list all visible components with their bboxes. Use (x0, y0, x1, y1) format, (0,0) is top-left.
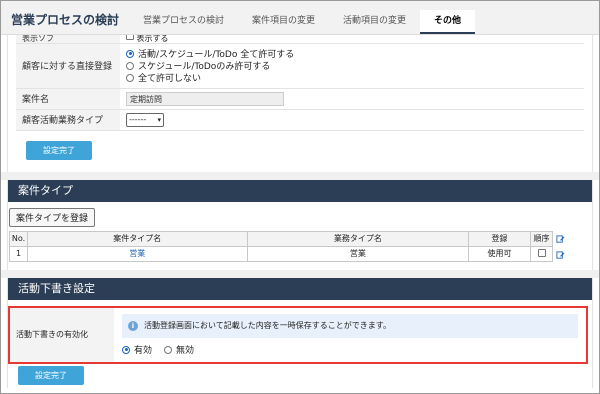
header: 営業プロセスの検討 営業プロセスの検討 案件項目の変更 活動項目の変更 その他 (1, 1, 599, 35)
settings-form: 表示ソフ 表示する 顧客に対する直接登録 活動/スケジュール/ToDo 全て許可… (16, 35, 584, 131)
direct-reg-option-none[interactable]: 全て許可しない (126, 72, 578, 84)
cutoff-value: 表示する (136, 35, 169, 43)
info-box: i 活動登録画面において記載した内容を一時保存することができます。 (122, 313, 578, 338)
case-name-label: 案件名 (16, 88, 120, 110)
save-button-bottom[interactable]: 設定完了 (18, 365, 84, 385)
case-name-input[interactable]: 定期訪問 (126, 91, 284, 106)
draft-option-disabled[interactable]: 無効 (164, 344, 194, 356)
column-header: 順序 (530, 230, 553, 247)
divider (1, 171, 599, 180)
column-header: 登録 (468, 230, 531, 247)
draft-heading: 活動下書き設定 (8, 277, 592, 300)
case-type-heading: 案件タイプ (8, 179, 592, 202)
radio-selected-icon[interactable] (126, 49, 134, 58)
draft-section: 活動下書き設定 活動下書きの有効化 i 活動登録画面において記載した内容を一時保… (7, 277, 593, 388)
save-button-top[interactable]: 設定完了 (26, 140, 92, 160)
activity-type-select[interactable]: ------ ▾ (126, 112, 164, 127)
tab-case-items[interactable]: 案件項目の変更 (238, 10, 329, 34)
tab-bar: 営業プロセスの検討 案件項目の変更 活動項目の変更 その他 (129, 10, 476, 34)
case-type-table: No. 案件タイプ名 業務タイプ名 登録 順序 1 営業 営業 使用可 (9, 230, 553, 262)
tab-activity-items[interactable]: 活動項目の変更 (329, 10, 420, 34)
radio-icon[interactable] (126, 73, 134, 82)
chevron-down-icon: ▾ (157, 115, 161, 124)
edit-icon[interactable] (556, 250, 565, 260)
radio-selected-icon[interactable] (122, 345, 130, 354)
order-checkbox[interactable] (537, 248, 546, 257)
radio-icon[interactable] (164, 345, 173, 354)
draft-highlight-box: 活動下書きの有効化 i 活動登録画面において記載した内容を一時保存することができ… (8, 305, 588, 364)
table-row: 1 営業 営業 使用可 (9, 245, 553, 262)
draft-enable-label: 活動下書きの有効化 (10, 307, 114, 362)
column-header: 案件タイプ名 (26, 230, 248, 247)
page-title: 営業プロセスの検討 (11, 13, 120, 27)
info-icon: i (128, 320, 138, 331)
settings-panel: 表示ソフ 表示する 顧客に対する直接登録 活動/スケジュール/ToDo 全て許可… (7, 35, 593, 172)
cutoff-label: 表示ソフ (16, 35, 120, 44)
register-case-type-button[interactable]: 案件タイプを登録 (9, 207, 96, 227)
divider (1, 269, 599, 278)
direct-registration-label: 顧客に対する直接登録 (16, 43, 120, 89)
column-header: 業務タイプ名 (246, 230, 470, 247)
direct-reg-option-schedule[interactable]: スケジュール/ToDoのみ許可する (126, 60, 578, 72)
column-header: No. (9, 230, 28, 247)
tab-other[interactable]: その他 (420, 10, 476, 34)
cutoff-checkbox[interactable] (126, 35, 134, 41)
activity-type-label: 顧客活動業務タイプ (16, 109, 120, 131)
radio-icon[interactable] (126, 61, 134, 70)
info-text: 活動登録画面において記載した内容を一時保存することができます。 (144, 321, 391, 330)
case-type-link[interactable]: 営業 (129, 249, 145, 258)
tab-sales-process[interactable]: 営業プロセスの検討 (129, 10, 238, 34)
direct-reg-option-all[interactable]: 活動/スケジュール/ToDo 全て許可する (126, 48, 578, 60)
case-type-section: 案件タイプ 案件タイプを登録 No. 案件タイプ名 業務タイプ名 登録 順序 1… (7, 179, 593, 270)
edit-icon[interactable] (556, 234, 565, 244)
draft-option-enabled[interactable]: 有効 (122, 344, 152, 356)
